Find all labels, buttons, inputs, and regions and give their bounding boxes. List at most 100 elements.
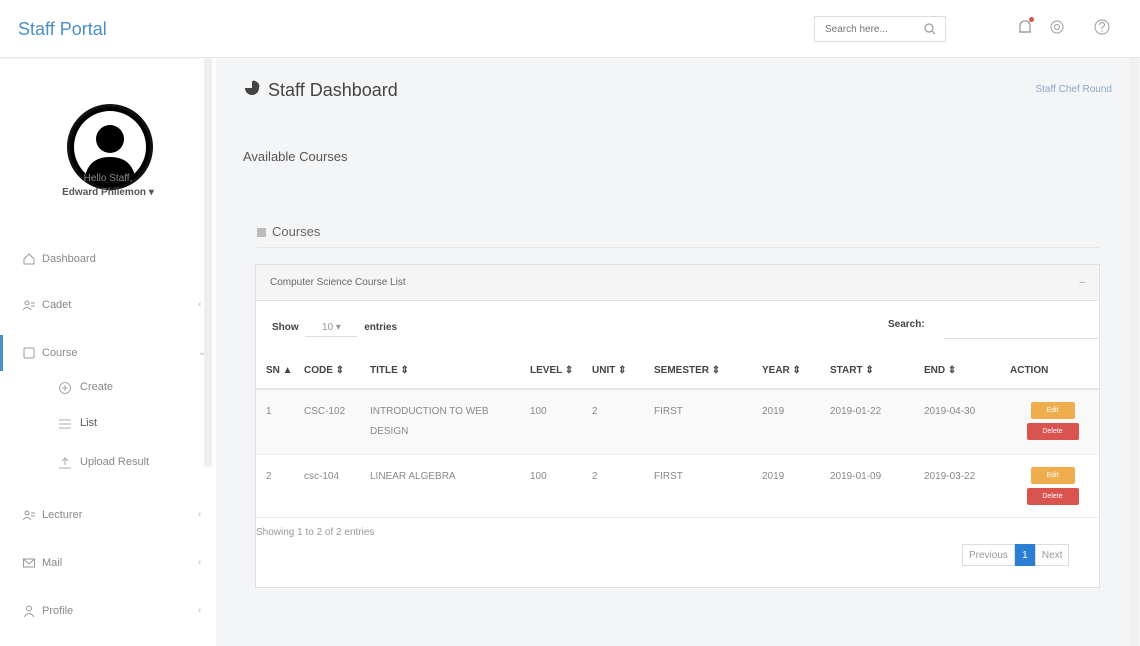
edit-button[interactable]: Edit [1030, 402, 1075, 419]
top-bar: Staff Portal [0, 0, 1140, 58]
cell-semester: FIRST [650, 454, 758, 518]
sidebar-item-cadet[interactable]: Cadet ‹ [0, 287, 212, 323]
cell-start: 2019-01-09 [826, 454, 920, 518]
table-info: Showing 1 to 2 of 2 entries [256, 527, 375, 538]
cell-unit: 2 [588, 454, 650, 518]
collapse-icon[interactable]: – [1079, 277, 1085, 288]
users-icon [23, 510, 35, 521]
table-header-row: SN ▲ CODE ⇕ TITLE ⇕ LEVEL ⇕ UNIT ⇕ SEMES… [256, 355, 1099, 390]
sidebar-item-lecturer[interactable]: Lecturer ‹ [0, 497, 212, 533]
cell-year: 2019 [758, 389, 826, 455]
sidebar-item-mail[interactable]: Mail ‹ [0, 545, 212, 581]
page-scrollbar[interactable] [1130, 58, 1138, 646]
cell-action: Edit Delete [1006, 454, 1099, 518]
home-icon [23, 253, 35, 265]
sidebar-item-label: Cadet [42, 299, 72, 311]
search-icon[interactable] [923, 22, 937, 36]
cell-start: 2019-01-22 [826, 389, 920, 455]
courses-heading: Courses [257, 224, 320, 239]
subitem-label: Create [80, 381, 114, 393]
next-page-button[interactable]: Next [1034, 544, 1070, 566]
subitem-label: Upload Result [80, 456, 150, 468]
sidebar-item-course[interactable]: Course ⌄ [0, 335, 212, 371]
delete-button[interactable]: Delete [1026, 488, 1079, 505]
sidebar-item-label: Mail [42, 557, 63, 569]
brand-title[interactable]: Staff Portal [18, 19, 107, 40]
user-icon [23, 605, 35, 617]
square-icon [23, 347, 35, 359]
courses-icon [257, 228, 266, 238]
chevron-left-icon: ‹ [198, 605, 202, 616]
cell-end: 2019-03-22 [920, 454, 1006, 518]
column-header-semester[interactable]: SEMESTER ⇕ [650, 355, 758, 390]
sidebar-item-label: Dashboard [42, 253, 96, 265]
column-header-action: ACTION [1006, 355, 1099, 390]
entries-select[interactable]: 10 ▾ [305, 319, 358, 337]
mail-icon [23, 558, 35, 568]
top-right-link[interactable]: Staff Chef Round [1000, 84, 1112, 95]
sidebar-item-label: Lecturer [42, 509, 83, 521]
column-header-level[interactable]: LEVEL ⇕ [526, 355, 588, 390]
show-label: Show [272, 322, 299, 333]
cell-sn: 1 [256, 389, 300, 455]
table-row: 1 CSC-102 INTRODUCTION TO WEB DESIGN 100… [256, 389, 1099, 455]
course-list-panel: Computer Science Course List – Show 10 ▾… [255, 264, 1100, 588]
sidebar: Hello Staff, Edward Philemon ▾ Dashboard… [0, 59, 216, 646]
entries-length-control: Show 10 ▾ entries [272, 319, 397, 337]
help-icon[interactable] [1091, 16, 1113, 38]
pagination: Previous 1 Next [962, 544, 1070, 568]
pie-chart-icon [245, 80, 260, 95]
notification-badge [1029, 17, 1034, 22]
column-header-code[interactable]: CODE ⇕ [300, 355, 366, 390]
delete-button[interactable]: Delete [1026, 423, 1079, 440]
column-header-end[interactable]: END ⇕ [920, 355, 1006, 390]
search-box[interactable] [814, 16, 946, 42]
sidebar-item-profile[interactable]: Profile ‹ [0, 593, 212, 629]
column-header-start[interactable]: START ⇕ [826, 355, 920, 390]
table-row: 2 csc-104 LINEAR ALGEBRA 100 2 FIRST 201… [256, 454, 1099, 518]
table-search-input[interactable] [944, 309, 1098, 339]
sidebar-item-label: Profile [42, 605, 74, 617]
cell-code: CSC-102 [300, 389, 366, 455]
users-icon [23, 300, 35, 311]
cell-year: 2019 [758, 454, 826, 518]
cell-end: 2019-04-30 [920, 389, 1006, 455]
cell-title: LINEAR ALGEBRA [366, 454, 526, 518]
courses-heading-label: Courses [272, 224, 321, 239]
upload-icon [59, 457, 71, 469]
sidebar-item-dashboard[interactable]: Dashboard [0, 241, 212, 277]
notification-icon[interactable] [1014, 16, 1036, 38]
column-header-year[interactable]: YEAR ⇕ [758, 355, 826, 390]
page-1-button[interactable]: 1 [1014, 544, 1035, 566]
subitem-label: List [80, 417, 98, 429]
previous-page-button[interactable]: Previous [962, 544, 1015, 566]
column-header-sn[interactable]: SN ▲ [256, 355, 300, 390]
cell-level: 100 [526, 389, 588, 455]
table-search-label: Search: [888, 319, 925, 330]
user-name-dropdown[interactable]: Edward Philemon ▾ [0, 187, 216, 198]
section-subtitle: Available Courses [243, 149, 348, 164]
page-title: Staff Dashboard [268, 80, 398, 100]
cell-code: csc-104 [300, 454, 366, 518]
courses-table: SN ▲ CODE ⇕ TITLE ⇕ LEVEL ⇕ UNIT ⇕ SEMES… [256, 355, 1099, 518]
gear-icon[interactable] [1046, 16, 1068, 38]
cell-action: Edit Delete [1006, 389, 1099, 455]
chevron-down-icon: ⌄ [198, 347, 207, 358]
chevron-left-icon: ‹ [198, 299, 202, 310]
chevron-left-icon: ‹ [198, 557, 202, 568]
chevron-left-icon: ‹ [198, 509, 202, 520]
cell-semester: FIRST [650, 389, 758, 455]
cell-level: 100 [526, 454, 588, 518]
panel-title: Computer Science Course List [270, 277, 406, 288]
entries-label: entries [364, 322, 398, 333]
panel-header: Computer Science Course List – [256, 265, 1099, 301]
edit-button[interactable]: Edit [1030, 467, 1075, 484]
cell-sn: 2 [256, 454, 300, 518]
column-header-unit[interactable]: UNIT ⇕ [588, 355, 650, 390]
search-input[interactable] [815, 17, 915, 41]
column-header-title[interactable]: TITLE ⇕ [366, 355, 526, 390]
sidebar-item-label: Course [42, 347, 78, 359]
cell-unit: 2 [588, 389, 650, 455]
plus-circle-icon [59, 382, 71, 394]
divider [257, 247, 1100, 248]
